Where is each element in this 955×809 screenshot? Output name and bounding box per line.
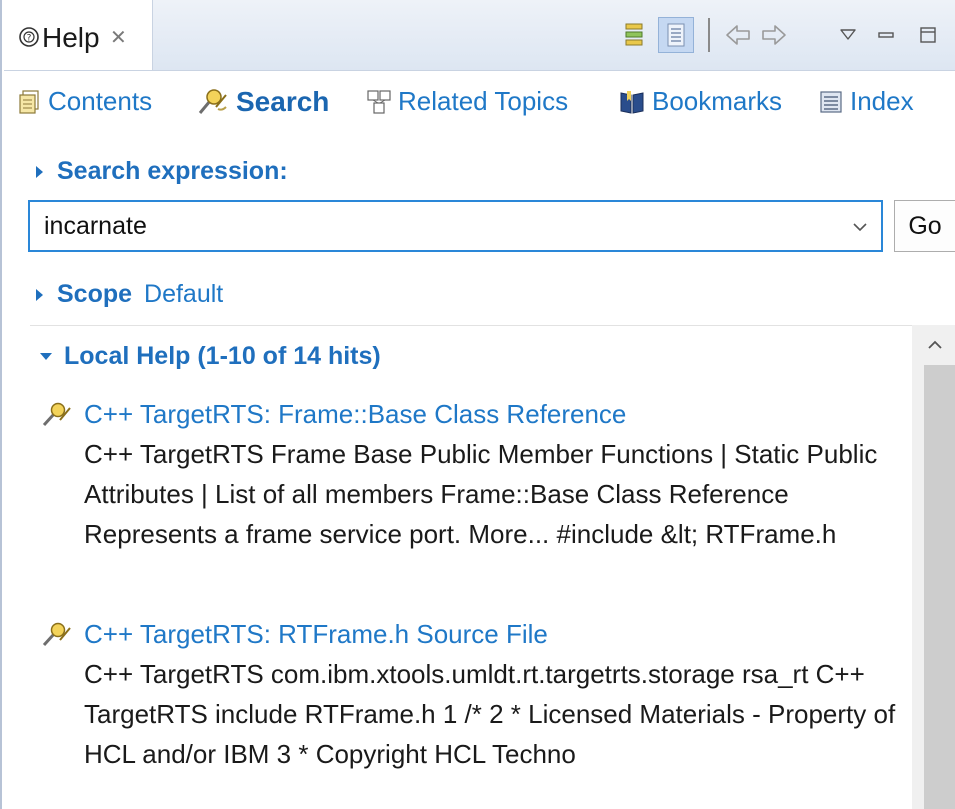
search-input[interactable]: incarnate	[28, 200, 883, 252]
expand-arrow-icon	[36, 165, 43, 178]
search-results: Local Help (1-10 of 14 hits) C++ TargetR…	[30, 325, 912, 809]
maximize-icon[interactable]	[910, 17, 946, 53]
search-input-value: incarnate	[44, 212, 147, 240]
help-icon: ?	[19, 27, 39, 47]
nav-bookmarks[interactable]: Bookmarks	[618, 86, 782, 117]
list-item: C++ TargetRTS: Frame::Base Class Referen…	[40, 399, 910, 554]
divider	[30, 325, 912, 326]
index-icon	[820, 90, 842, 113]
forward-arrow-icon[interactable]	[756, 17, 792, 53]
search-icon	[198, 89, 227, 114]
hit-title-link[interactable]: C++ TargetRTS: Frame::Base Class Referen…	[40, 399, 910, 430]
help-navigation: Contents Search Related Topics Bookmarks…	[4, 72, 955, 132]
scope-default-link[interactable]: Default	[144, 280, 223, 309]
list-item: C++ TargetRTS: RTFrame.h Source File C++…	[40, 619, 910, 774]
nav-contents-label: Contents	[48, 86, 153, 116]
scrollbar-thumb[interactable]	[924, 365, 955, 809]
nav-bookmarks-label: Bookmarks	[652, 86, 783, 116]
scroll-up-button[interactable]	[912, 325, 955, 365]
search-expression-toggle[interactable]: Search expression:	[32, 157, 288, 186]
back-arrow-icon[interactable]	[720, 17, 756, 53]
related-topics-icon	[367, 89, 391, 114]
scope-row: Scope Default	[32, 280, 223, 309]
chevron-up-icon	[927, 340, 942, 349]
local-help-header: Local Help (1-10 of 14 hits)	[64, 342, 381, 370]
show-results-categories-icon[interactable]	[658, 17, 694, 53]
hit-title: C++ TargetRTS: RTFrame.h Source File	[84, 619, 548, 649]
view-menu-icon[interactable]	[830, 17, 866, 53]
help-view: ? Help ✕ Contents Search Related Topics …	[0, 0, 955, 809]
local-help-toggle[interactable]: Local Help (1-10 of 14 hits)	[40, 342, 381, 371]
svg-text:?: ?	[27, 34, 32, 44]
bookmarks-icon	[620, 90, 644, 114]
hit-title: C++ TargetRTS: Frame::Base Class Referen…	[84, 399, 627, 429]
go-button[interactable]: Go	[894, 200, 955, 252]
nav-related-topics-label: Related Topics	[398, 86, 569, 116]
nav-index[interactable]: Index	[818, 86, 914, 117]
hit-description: C++ TargetRTS Frame Base Public Member F…	[84, 439, 878, 549]
view-tab-bar: ? Help ✕	[4, 0, 955, 71]
toolbar-separator	[708, 18, 710, 52]
tab-help[interactable]: ? Help ✕	[4, 0, 153, 70]
chevron-down-icon[interactable]	[851, 216, 869, 238]
expand-arrow-icon[interactable]	[36, 288, 43, 301]
contents-icon	[19, 89, 39, 114]
nav-search-label: Search	[236, 86, 330, 117]
vertical-scrollbar[interactable]	[912, 325, 955, 809]
nav-contents[interactable]: Contents	[18, 86, 152, 117]
scope-label: Scope	[57, 280, 133, 308]
search-hit-icon	[42, 622, 71, 646]
tab-help-label: Help	[42, 22, 100, 53]
show-in-external-window-icon[interactable]	[616, 17, 652, 53]
collapse-arrow-icon	[40, 353, 52, 360]
nav-related-topics[interactable]: Related Topics	[366, 86, 568, 117]
minimize-icon[interactable]	[868, 17, 904, 53]
search-expression-label: Search expression:	[57, 157, 288, 185]
close-icon[interactable]: ✕	[110, 25, 127, 50]
hit-description: C++ TargetRTS com.ibm.xtools.umldt.rt.ta…	[84, 659, 896, 769]
nav-search[interactable]: Search	[196, 86, 329, 118]
hit-title-link[interactable]: C++ TargetRTS: RTFrame.h Source File	[40, 619, 910, 650]
search-hit-icon	[42, 402, 71, 426]
nav-index-label: Index	[850, 86, 914, 116]
